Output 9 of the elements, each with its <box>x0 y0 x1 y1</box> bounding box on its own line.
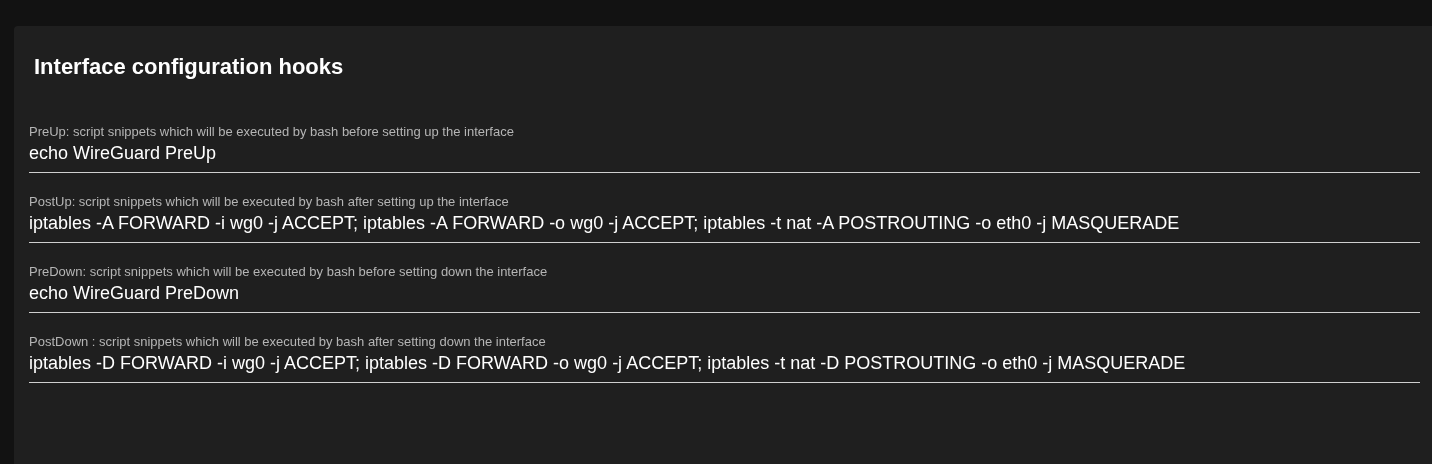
field-label: PostUp: script snippets which will be executed by bash after setting up the interface <box>29 194 510 210</box>
field-label: PreUp: script snippets which will be executed by bash before setting up the interface <box>29 124 515 140</box>
card-title: Interface configuration hooks <box>33 53 345 81</box>
input-field[interactable]: echo WireGuard PreUp <box>29 140 1420 173</box>
field-label: PreDown: script snippets which will be executed by bash before setting down the interface <box>29 264 549 280</box>
input-field[interactable]: iptables -A FORWARD -i wg0 -j ACCEPT; iptables -A FORWARD -o wg0 -j ACCEPT; iptables -t nat -A POSTROUTING -o eth0 -j MASQUERADE <box>29 210 1420 243</box>
input-field[interactable]: echo WireGuard PreDown <box>29 280 1420 313</box>
field-label: PostDown : script snippets which will be executed by bash after setting down the interface <box>29 334 547 350</box>
input-field[interactable]: iptables -D FORWARD -i wg0 -j ACCEPT; iptables -D FORWARD -o wg0 -j ACCEPT; iptables -t nat -D POSTROUTING -o eth0 -j MASQUERADE <box>29 350 1420 383</box>
